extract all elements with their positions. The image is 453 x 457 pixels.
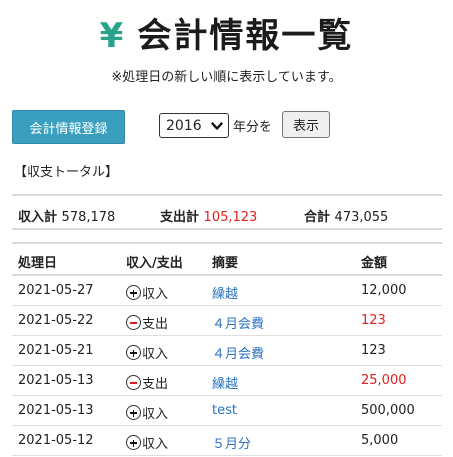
table-body: 2021-05-27 収入 繰越 12,000 2021-05-22 支出 ４月会費 123 2… [12,276,442,456]
row-date: 2021-05-13 [18,403,94,418]
sort-note: ※処理日の新しい順に表示しています。 [111,70,342,85]
header-amount: 金額 [361,256,388,271]
header-memo: 摘要 [212,256,239,271]
chevron-down-icon [211,122,223,130]
header-type: 収入/支出 [126,256,183,271]
table-row: 2021-05-27 収入 繰越 12,000 [12,276,442,306]
income-total-value: 578,178 [61,210,116,225]
row-date: 2021-05-27 [18,283,94,298]
row-date: 2021-05-12 [18,433,94,448]
year-suffix-label: 年分を [233,120,273,135]
row-date: 2021-05-13 [18,373,94,388]
income-total-label: 収入計 [18,210,58,225]
plus-circle-icon [126,345,141,360]
yen-icon: ¥ [99,16,126,56]
plus-circle-icon [126,435,141,450]
row-type: 支出 [126,373,168,392]
row-type: 収入 [126,343,168,362]
minus-circle-icon [126,315,141,330]
minus-circle-icon [126,375,141,390]
row-memo-link[interactable]: ５月分 [212,433,251,452]
row-type-label: 収入 [142,287,169,302]
plus-circle-icon [126,405,141,420]
row-amount: 123 [361,343,386,358]
row-amount: 25,000 [361,373,407,388]
row-memo-link[interactable]: test [212,403,237,418]
net-total: 合計 473,055 [304,206,388,225]
row-type-label: 収入 [142,407,169,422]
show-button[interactable]: 表示 [282,111,330,138]
plus-circle-icon [126,285,141,300]
page-title-text: 会計情報一覧 [137,16,354,56]
row-type: 収入 [126,403,168,422]
section-label: 【収支トータル】 [14,165,119,180]
table-header: 処理日 収入/支出 摘要 金額 [12,244,442,276]
row-type-label: 支出 [142,317,169,332]
table-row: 2021-05-13 支出 繰越 25,000 [12,366,442,396]
row-type: 収入 [126,283,168,302]
row-amount: 12,000 [361,283,407,298]
header-date: 処理日 [18,256,58,271]
expense-total-value: 105,123 [203,210,258,225]
row-amount: 500,000 [361,403,415,418]
net-total-value: 473,055 [334,210,389,225]
expense-total: 支出計 105,123 [160,206,257,225]
transactions-table: 処理日 収入/支出 摘要 金額 2021-05-27 収入 繰越 12,000 2021… [12,242,442,456]
row-date: 2021-05-22 [18,313,94,328]
row-amount: 5,000 [361,433,399,448]
expense-total-label: 支出計 [160,210,200,225]
table-row: 2021-05-22 支出 ４月会費 123 [12,306,442,336]
table-row: 2021-05-12 収入 ５月分 5,000 [12,426,442,456]
year-select[interactable]: 2016 [159,113,229,138]
table-row: 2021-05-13 収入 test 500,000 [12,396,442,426]
row-memo-link[interactable]: ４月会費 [212,343,264,362]
row-date: 2021-05-21 [18,343,94,358]
row-type: 収入 [126,433,168,452]
table-row: 2021-05-21 収入 ４月会費 123 [12,336,442,366]
row-memo-link[interactable]: 繰越 [212,373,238,392]
net-total-label: 合計 [304,210,331,225]
register-button[interactable]: 会計情報登録 [12,110,125,144]
income-total: 収入計 578,178 [18,206,115,225]
page-title: ¥ 会計情報一覧 [0,10,453,62]
row-type-label: 支出 [142,377,169,392]
row-memo-link[interactable]: 繰越 [212,283,238,302]
row-type-label: 収入 [142,437,169,452]
row-type: 支出 [126,313,168,332]
row-memo-link[interactable]: ４月会費 [212,313,264,332]
row-type-label: 収入 [142,347,169,362]
totals-bar: 収入計 578,178 支出計 105,123 合計 473,055 [12,194,442,230]
row-amount: 123 [361,313,386,328]
year-select-value: 2016 [166,117,202,134]
